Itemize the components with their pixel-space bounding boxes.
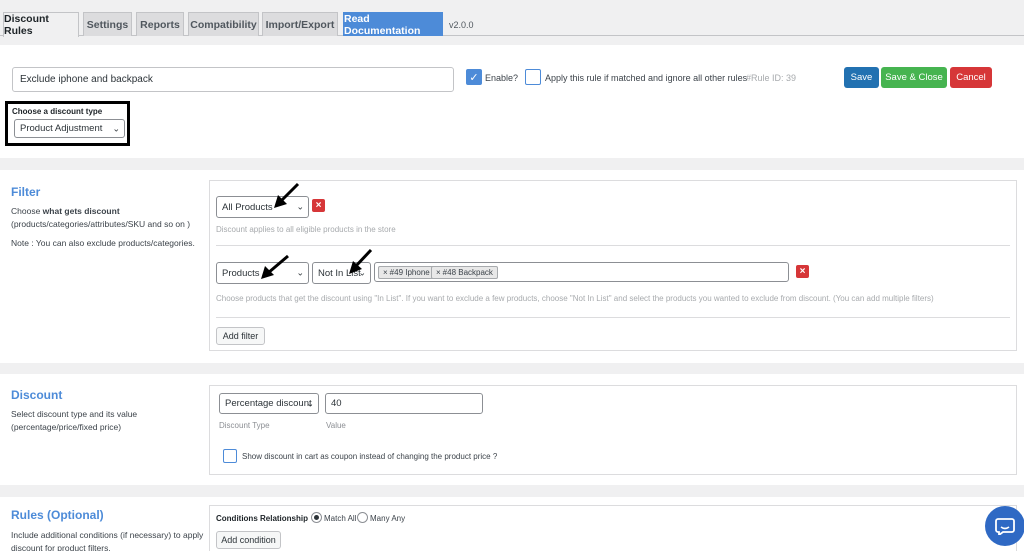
tab-reports[interactable]: Reports <box>136 12 184 36</box>
chevron-down-icon: ⌄ <box>112 123 120 133</box>
arrow-pointer-icon <box>274 182 300 208</box>
discount-type-label: Choose a discount type <box>12 107 103 116</box>
divider <box>216 317 1010 318</box>
tab-compatibility[interactable]: Compatibility <box>188 12 259 36</box>
rules-panel: Conditions Relationship Match All Many A… <box>209 505 1017 551</box>
coupon-checkbox[interactable] <box>223 449 237 463</box>
conditions-relationship-label: Conditions Relationship <box>216 514 308 523</box>
add-filter-button[interactable]: Add filter <box>216 327 265 345</box>
rules-section: Rules (Optional) Include additional cond… <box>0 497 1024 551</box>
add-condition-button[interactable]: Add condition <box>216 531 281 549</box>
discount-section: Discount Select discount type and its va… <box>0 374 1024 485</box>
product-tag-backpack[interactable]: × #48 Backpack <box>431 266 498 279</box>
enable-checkbox[interactable]: ✓ <box>466 69 482 85</box>
read-documentation-button[interactable]: Read Documentation <box>343 12 443 37</box>
tab-import-export[interactable]: Import/Export <box>262 12 338 36</box>
tab-discount-rules[interactable]: Discount Rules <box>3 12 79 37</box>
rules-description: Include additional conditions (if necess… <box>11 530 204 551</box>
discount-type-select[interactable]: Percentage discount ⌄ <box>219 393 319 414</box>
match-all-radio[interactable] <box>311 512 322 523</box>
chevron-down-icon: ⌄ <box>306 398 314 408</box>
divider <box>216 245 1010 246</box>
filter-hint-products: Choose products that get the discount us… <box>216 294 934 303</box>
save-button[interactable]: Save <box>844 67 879 88</box>
coupon-label: Show discount in cart as coupon instead … <box>242 452 498 461</box>
rule-header-card: Exclude iphone and backpack ✓ Enable? Ap… <box>0 45 1024 158</box>
tab-settings[interactable]: Settings <box>83 12 132 36</box>
filter-hint-all: Discount applies to all eligible product… <box>216 225 396 234</box>
discount-description: Select discount type and its value (perce… <box>11 409 138 432</box>
enable-label: Enable? <box>485 73 519 83</box>
filter-description: Choose what gets discount (products/categ… <box>11 206 191 229</box>
discount-type-value: Percentage discount <box>225 398 312 409</box>
cancel-button[interactable]: Cancel <box>950 67 992 88</box>
discount-type-caption: Discount Type <box>219 421 270 430</box>
discount-type-value: Product Adjustment <box>20 123 103 134</box>
chat-button[interactable] <box>985 506 1024 546</box>
rule-title-input[interactable]: Exclude iphone and backpack <box>12 67 454 92</box>
remove-filter-button[interactable]: × <box>796 265 809 278</box>
match-all-label: Match All <box>324 514 357 523</box>
chat-icon <box>995 518 1015 535</box>
apply-only-checkbox[interactable] <box>525 69 541 85</box>
product-search-input[interactable]: × #49 Iphone × #48 Backpack <box>374 262 789 282</box>
discount-type-select[interactable]: Product Adjustment ⌄ <box>14 119 125 138</box>
rule-id: #Rule ID: 39 <box>746 73 797 83</box>
discount-value-input[interactable]: 40 <box>325 393 483 414</box>
filter-products-value: Products <box>222 267 260 279</box>
version-label: v2.0.0 <box>449 20 474 30</box>
discount-type-highlight: Choose a discount type Product Adjustmen… <box>5 101 130 146</box>
arrow-pointer-icon <box>349 248 373 274</box>
tab-bar: Discount Rules Settings Reports Compatib… <box>0 0 1024 37</box>
filter-section: Filter Choose what gets discount (product… <box>0 170 1024 363</box>
rules-title: Rules (Optional) <box>11 508 104 522</box>
close-icon: × <box>315 200 322 211</box>
checkmark-icon: ✓ <box>469 71 479 84</box>
discount-title: Discount <box>11 388 63 402</box>
close-icon: × <box>799 266 806 277</box>
filter-panel: All Products ⌄ × Discount applies to all… <box>209 180 1017 351</box>
product-tag-iphone[interactable]: × #49 Iphone <box>378 266 435 279</box>
chevron-down-icon: ⌄ <box>296 267 304 278</box>
remove-filter-button[interactable]: × <box>312 199 325 212</box>
filter-title: Filter <box>11 185 41 199</box>
discount-panel: Percentage discount ⌄ 40 Discount Type V… <box>209 385 1017 475</box>
arrow-pointer-icon <box>261 254 289 279</box>
save-close-button[interactable]: Save & Close <box>881 67 947 88</box>
many-any-radio[interactable] <box>357 512 368 523</box>
apply-only-label: Apply this rule if matched and ignore al… <box>545 73 748 83</box>
many-any-label: Many Any <box>370 514 406 523</box>
filter-note: Note : You can also exclude products/cat… <box>11 238 195 248</box>
discount-value-caption: Value <box>326 421 346 430</box>
filter-type-value: All Products <box>222 201 273 213</box>
